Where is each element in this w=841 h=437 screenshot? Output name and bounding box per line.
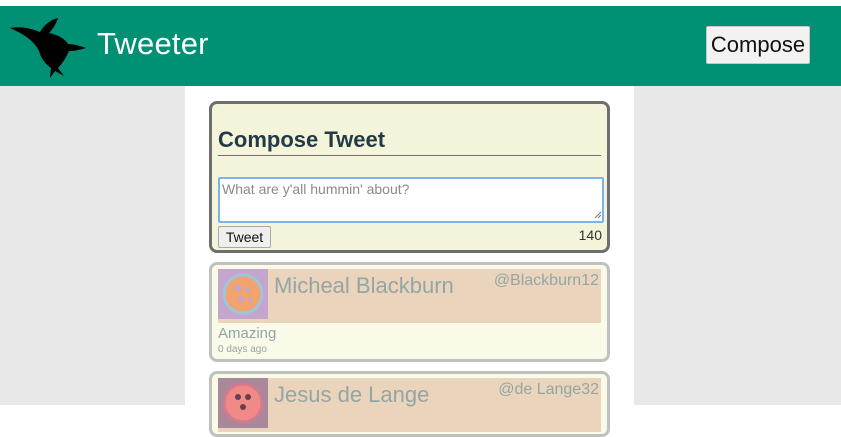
brand-title: Tweeter (97, 26, 209, 61)
tweet-button[interactable]: Tweet (218, 226, 271, 248)
tweet-content: Amazing (218, 325, 277, 342)
tweet-author-handle: @de Lange32 (498, 381, 599, 398)
compose-title: Compose Tweet (218, 126, 601, 156)
tweet-card: Jesus de Lange @de Lange32 (209, 371, 610, 437)
tweet-author-name: Jesus de Lange (274, 382, 430, 407)
tweet-text-input[interactable] (218, 177, 604, 223)
left-gutter (0, 86, 185, 405)
right-gutter (634, 86, 841, 405)
top-navbar: Tweeter Compose (0, 6, 841, 86)
tweet-timestamp: 0 days ago (218, 344, 267, 355)
character-counter: 140 (578, 227, 602, 243)
tweet-card: Micheal Blackburn @Blackburn12 Amazing 0… (209, 262, 610, 362)
tweet-header: Jesus de Lange @de Lange32 (218, 378, 601, 432)
avatar-icon (218, 269, 268, 319)
resize-handle-icon[interactable] (594, 211, 602, 219)
hummingbird-icon (10, 18, 86, 78)
compose-tweet-panel: Compose Tweet Tweet 140 (209, 101, 610, 253)
avatar-icon (218, 378, 268, 428)
tweet-header: Micheal Blackburn @Blackburn12 (218, 269, 601, 323)
tweet-author-handle: @Blackburn12 (493, 272, 599, 289)
compose-button[interactable]: Compose (706, 26, 810, 64)
tweet-author-name: Micheal Blackburn (274, 273, 454, 298)
